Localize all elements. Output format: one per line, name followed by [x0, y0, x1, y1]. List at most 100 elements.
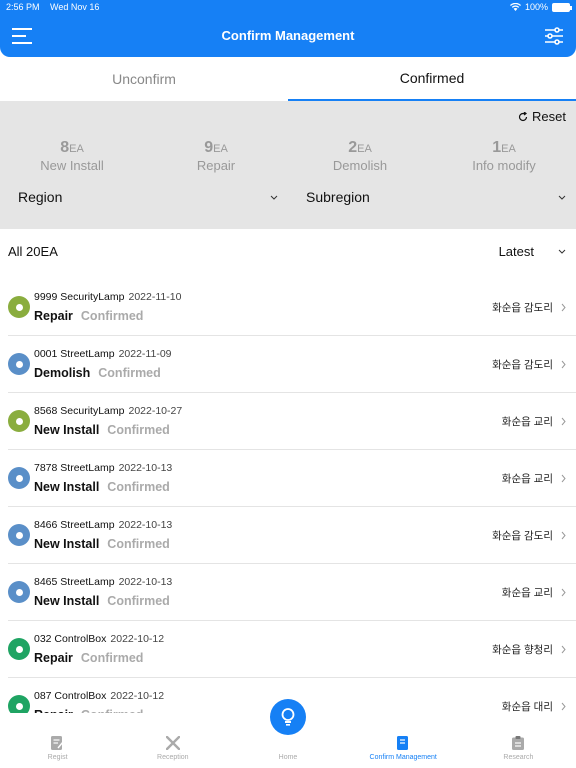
item-name: 087 ControlBox: [34, 690, 107, 702]
item-type: Repair: [34, 309, 73, 323]
item-type: Repair: [34, 651, 73, 665]
region-dropdown[interactable]: Region: [0, 189, 288, 205]
tools-icon: [165, 736, 180, 750]
sort-label: Latest: [498, 243, 534, 259]
sort-dropdown[interactable]: Latest: [499, 244, 566, 259]
bottom-tab-regist[interactable]: Regist: [0, 713, 115, 768]
bottom-tab-confirm-management[interactable]: Confirm Management: [346, 713, 461, 768]
item-name: 032 ControlBox: [34, 633, 107, 645]
list-item[interactable]: 032 ControlBox 2022-10-12 Repair Confirmed…: [8, 621, 576, 678]
stat-demolish[interactable]: 2EA Demolish: [288, 139, 432, 173]
filter-settings-icon[interactable]: [544, 26, 564, 45]
region-label: Region: [18, 189, 63, 205]
bottom-tab-label: Research: [503, 754, 534, 761]
list-item[interactable]: 7878 StreetLamp 2022-10-13 New Install Con…: [8, 450, 576, 507]
bottom-tab-research[interactable]: Research: [461, 713, 576, 768]
total-count: All 20EA: [8, 243, 58, 259]
status-dot-icon: [8, 524, 30, 546]
item-region: 화순읍 감도리: [492, 300, 566, 315]
list-item[interactable]: 0001 StreetLamp 2022-11-09 Demolish Confir…: [8, 336, 576, 393]
item-region-label: 화순읍 향청리: [492, 643, 553, 656]
item-info: 8568 SecurityLamp 2022-10-27 New Install C…: [34, 405, 502, 437]
stat-repair[interactable]: 9EA Repair: [144, 139, 288, 173]
item-date: 2022-10-27: [128, 405, 183, 417]
item-region-label: 화순읍 감도리: [492, 301, 553, 314]
tab-bar: Unconfirm Confirmed: [0, 57, 576, 101]
item-region-label: 화순읍 감도리: [492, 358, 553, 371]
status-bar: 2:56 PM Wed Nov 16 100%: [0, 0, 576, 14]
stat-label: Repair: [196, 158, 236, 173]
item-date: 2022-11-10: [128, 291, 182, 303]
item-info: 7878 StreetLamp 2022-10-13 New Install Con…: [34, 462, 502, 494]
stat-unit: EA: [357, 143, 372, 155]
list-item[interactable]: 9999 SecurityLamp 2022-11-10 Repair Confir…: [8, 279, 576, 336]
wifi-icon: [509, 3, 521, 11]
stat-count: 1: [492, 139, 502, 156]
item-info: 9999 SecurityLamp 2022-11-10 Repair Confir…: [34, 291, 492, 323]
list-item[interactable]: 8568 SecurityLamp 2022-10-27 New Install C…: [8, 393, 576, 450]
item-date: 2022-11-09: [118, 348, 172, 360]
status-time: 2:56 PM: [6, 2, 40, 12]
tab-confirmed[interactable]: Confirmed: [288, 57, 576, 101]
item-info: 087 ControlBox2022-10-12 RepairConfirmed: [34, 690, 502, 713]
chevron-right-icon: [561, 474, 566, 482]
stats-summary: 8EA New Install 9EA Repair 2EA Demolish …: [0, 139, 576, 173]
item-info: 032 ControlBox 2022-10-12 Repair Confirmed: [34, 633, 492, 665]
refresh-icon: [518, 111, 528, 121]
item-name: 0001 StreetLamp: [34, 348, 115, 360]
clipboard-icon: [512, 736, 525, 750]
bottom-tab-home[interactable]: Home: [230, 699, 345, 768]
tab-unconfirm[interactable]: Unconfirm: [0, 57, 288, 101]
chevron-right-icon: [561, 303, 566, 311]
item-name: 8465 StreetLamp: [34, 576, 115, 588]
stat-label: New Install: [40, 158, 104, 173]
item-region: 화순읍 교리: [502, 414, 566, 429]
item-state: Confirmed: [107, 423, 170, 437]
home-button[interactable]: [270, 699, 306, 735]
item-date: 2022-10-12: [110, 690, 165, 702]
chevron-right-icon: [561, 360, 566, 368]
item-region-label: 화순읍 교리: [501, 472, 553, 485]
confirmed-list[interactable]: 9999 SecurityLamp 2022-11-10 Repair Confir…: [0, 279, 576, 713]
stat-info-modify[interactable]: 1EA Info modify: [432, 139, 576, 173]
stat-unit: EA: [213, 143, 228, 155]
item-state: Confirmed: [107, 480, 170, 494]
item-date: 2022-10-13: [118, 519, 173, 531]
reset-button[interactable]: Reset: [518, 109, 566, 124]
list-item[interactable]: 8465 StreetLamp 2022-10-13 New Install Con…: [8, 564, 576, 621]
stat-count: 2: [348, 139, 358, 156]
item-type: New Install: [34, 594, 100, 608]
item-state: Confirmed: [107, 537, 170, 551]
item-region: 화순읍 감도리: [492, 528, 566, 543]
chevron-down-icon: [558, 249, 566, 254]
item-region: 화순읍 교리: [502, 471, 566, 486]
stat-new-install[interactable]: 8EA New Install: [0, 139, 144, 173]
chevron-down-icon: [270, 195, 278, 200]
bottom-tab-bar: Regist Reception Home Confirm Management…: [0, 699, 576, 768]
item-region: 화순읍 감도리: [492, 357, 566, 372]
bottom-tab-label: Reception: [157, 754, 189, 761]
chevron-right-icon: [561, 588, 566, 596]
subregion-dropdown[interactable]: Subregion: [288, 189, 576, 205]
item-name: 7878 StreetLamp: [34, 462, 115, 474]
item-state: Confirmed: [80, 651, 144, 665]
stat-label: Demolish: [332, 158, 388, 173]
chevron-right-icon: [561, 531, 566, 539]
stat-count: 9: [204, 139, 214, 156]
battery-percent: 100%: [524, 2, 548, 12]
item-state: Confirmed: [80, 309, 144, 323]
bottom-tab-label: Home: [278, 754, 298, 761]
item-region: 화순읍 대리: [502, 699, 566, 714]
filter-panel: Reset 8EA New Install 9EA Repair 2EA Dem…: [0, 101, 576, 229]
bottom-tab-reception[interactable]: Reception: [115, 713, 230, 768]
chevron-right-icon: [561, 645, 566, 653]
item-type: New Install: [34, 537, 100, 551]
item-name: 9999 SecurityLamp: [34, 291, 125, 303]
item-date: 2022-10-13: [118, 576, 173, 588]
status-dot-icon: [8, 638, 30, 660]
bottom-tab-label: Confirm Management: [369, 754, 437, 761]
menu-icon[interactable]: [12, 27, 32, 44]
chevron-down-icon: [558, 195, 566, 200]
status-dot-icon: [8, 410, 30, 432]
list-item[interactable]: 8466 StreetLamp 2022-10-13 New Install Con…: [8, 507, 576, 564]
